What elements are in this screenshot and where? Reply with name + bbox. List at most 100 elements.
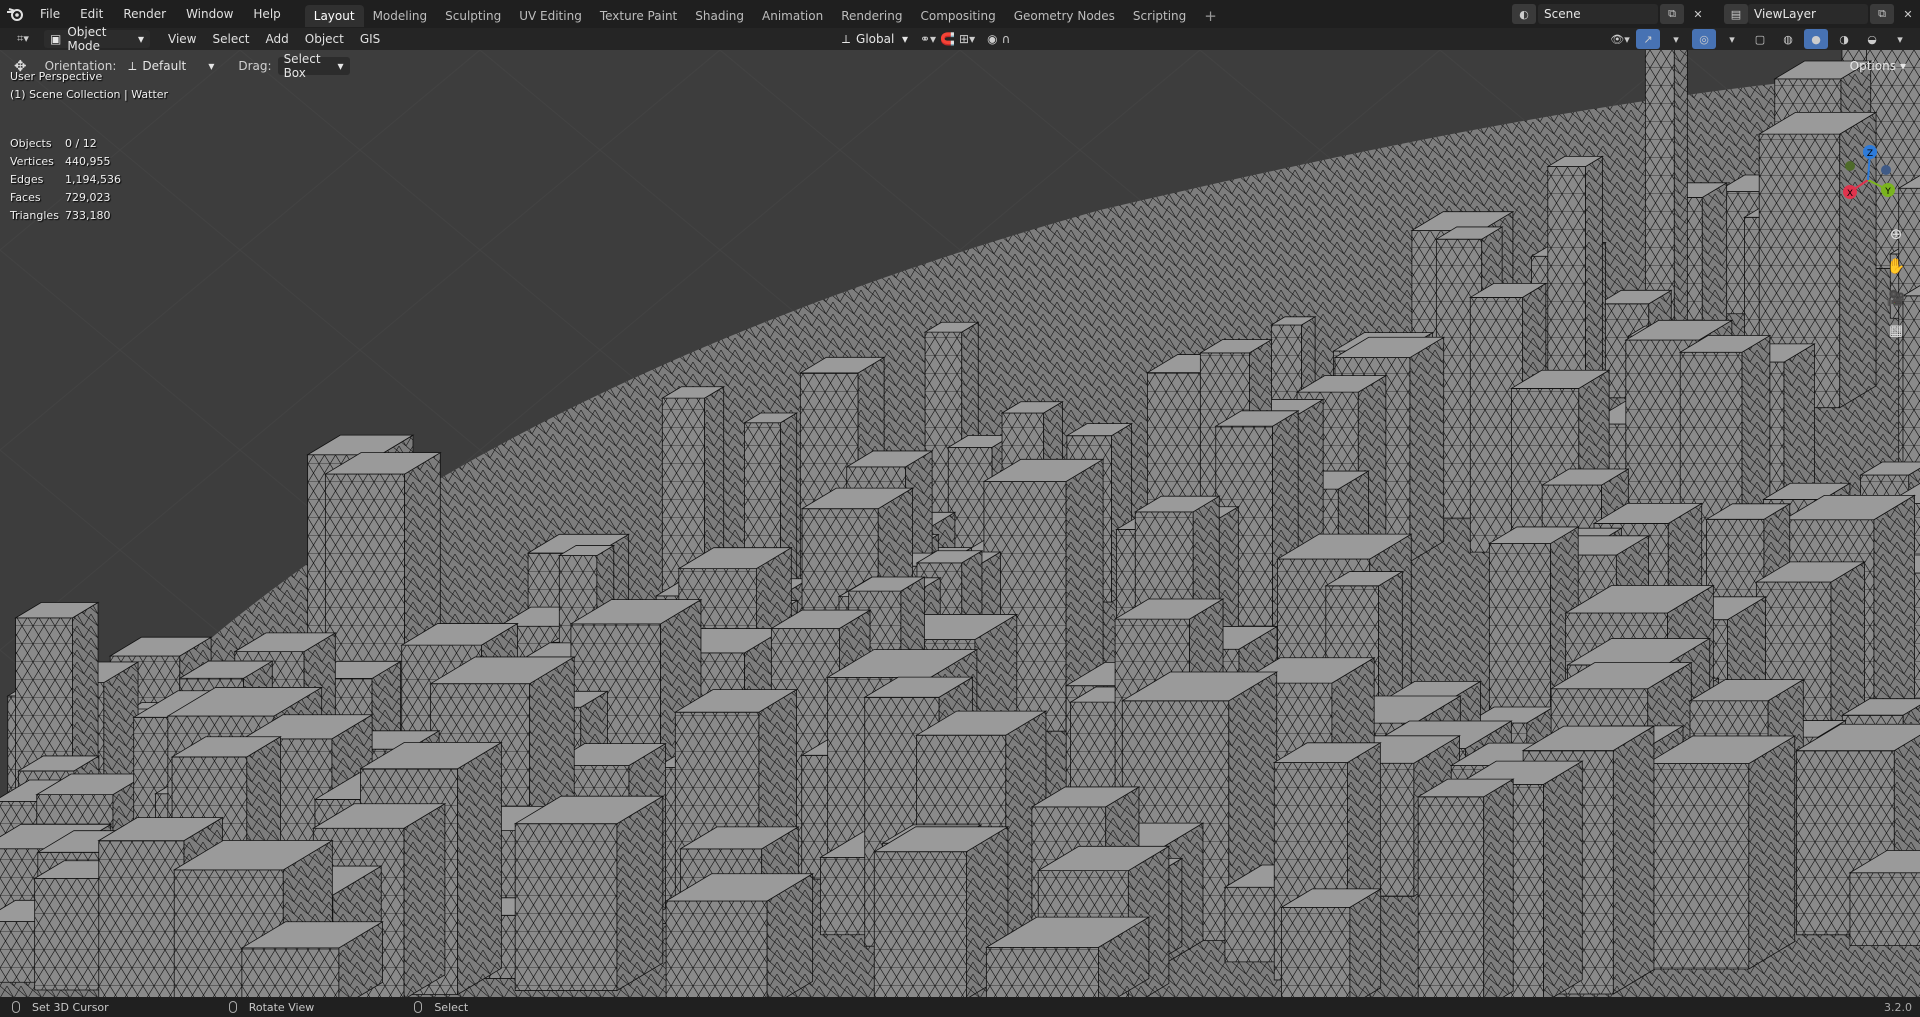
pivot-icon[interactable]: ⚭▾ [920, 32, 936, 46]
workspace-tabs: Layout Modeling Sculpting UV Editing Tex… [304, 2, 1226, 27]
stat-key: Triangles [10, 208, 59, 222]
viewlayer-name: ViewLayer [1754, 7, 1816, 21]
overlays-dropdown-icon[interactable]: ▾ [1720, 29, 1744, 49]
tab-geometry-nodes[interactable]: Geometry Nodes [1005, 5, 1124, 27]
tab-shading[interactable]: Shading [686, 5, 753, 27]
status-hint-label: Set 3D Cursor [32, 1000, 109, 1014]
building-face [1849, 872, 1920, 947]
scene-browse-icon[interactable]: ◐ [1512, 4, 1536, 24]
building-side [1673, 50, 1688, 346]
blender-logo-icon[interactable] [0, 0, 30, 28]
falloff-icon[interactable]: ∩ [1002, 32, 1011, 46]
viewport-menus: View Select Add Object GIS [160, 32, 388, 46]
neg-y-handle[interactable] [1845, 161, 1855, 171]
top-bar: File Edit Render Window Help Layout Mode… [0, 0, 1920, 28]
menu-add[interactable]: Add [258, 32, 297, 46]
snap-target-icon[interactable]: ⊞▾ [959, 32, 975, 46]
neg-z-handle[interactable] [1881, 165, 1891, 175]
3d-viewport[interactable]: User Perspective (1) Scene Collection | … [0, 50, 1920, 997]
menu-gis[interactable]: GIS [352, 32, 388, 46]
mode-dropdown[interactable]: ▣ Object Mode ▾ [44, 25, 150, 53]
snap-icon[interactable]: 🧲 [940, 32, 955, 46]
menu-object[interactable]: Object [297, 32, 352, 46]
tab-texture-paint[interactable]: Texture Paint [591, 5, 686, 27]
stat-value: 440,955 [65, 154, 111, 168]
menu-help[interactable]: Help [243, 0, 290, 28]
orientation-icon: ⟂ [842, 31, 851, 46]
menu-edit[interactable]: Edit [70, 0, 113, 28]
stat-key: Objects [10, 136, 52, 150]
menu-window[interactable]: Window [176, 0, 243, 28]
transform-orientation-label: Global [856, 32, 895, 46]
stat-row: Vertices 440,955 [10, 152, 121, 170]
tab-uv-editing[interactable]: UV Editing [510, 5, 591, 27]
chevron-down-icon: ▾ [1899, 59, 1906, 73]
material-shading-icon[interactable]: ◑ [1832, 29, 1856, 49]
navigation-gizmo[interactable]: X Y Z [1828, 140, 1908, 220]
menu-select[interactable]: Select [204, 32, 257, 46]
orientation-label: Orientation: [44, 59, 117, 73]
building-face [241, 947, 340, 997]
options-dropdown[interactable]: Options ▾ [1844, 57, 1912, 75]
scene-name: Scene [1544, 7, 1581, 21]
tab-compositing[interactable]: Compositing [911, 5, 1004, 27]
pan-hand-icon[interactable]: ✋ [1884, 254, 1908, 278]
perspective-grid-icon[interactable]: ▦ [1884, 318, 1908, 342]
building-side [1748, 735, 1796, 970]
proportional-edit-icon[interactable]: ◉ [987, 32, 997, 46]
menu-file[interactable]: File [30, 0, 70, 28]
overlays-toggle-icon[interactable]: ◎ [1692, 29, 1716, 49]
visibility-icon[interactable]: 👁▾ [1608, 29, 1632, 49]
status-hint-cursor: Set 3D Cursor [12, 1001, 109, 1014]
wireframe-shading-icon[interactable]: ◍ [1776, 29, 1800, 49]
menu-view[interactable]: View [160, 32, 204, 46]
stat-row: Edges 1,194,536 [10, 170, 121, 188]
shading-dropdown-icon[interactable]: ▾ [1888, 29, 1912, 49]
tab-rendering[interactable]: Rendering [832, 5, 911, 27]
building-face [1281, 906, 1351, 997]
menu-render[interactable]: Render [113, 0, 176, 28]
remove-viewlayer-icon[interactable]: ✕ [1896, 4, 1920, 24]
rendered-shading-icon[interactable]: ◒ [1860, 29, 1884, 49]
chevron-down-icon: ▾ [137, 32, 144, 46]
gizmo-toggle-icon[interactable]: ↗ [1636, 29, 1660, 49]
mouse-middle-icon [228, 1001, 237, 1013]
stat-row: Triangles 733,180 [10, 206, 121, 224]
city-mesh-render [0, 50, 1920, 997]
move-tool-icon[interactable]: ✥ [14, 57, 27, 75]
add-workspace-icon[interactable]: + [1195, 5, 1226, 27]
drag-value: Select Box [283, 52, 321, 80]
drag-dropdown[interactable]: Select Box ▾ [277, 52, 350, 80]
editor-type-icon[interactable]: ⌗▾ [8, 29, 38, 49]
xray-icon[interactable]: ▢ [1748, 29, 1772, 49]
status-bar: Set 3D Cursor Rotate View Select 3.2.0 [0, 997, 1920, 1017]
building-side [1409, 336, 1445, 563]
status-hint-select: Select [414, 1001, 468, 1014]
transform-orientation-dropdown[interactable]: ⟂ Global ▾ [836, 30, 914, 48]
stat-value: 1,194,536 [65, 172, 121, 186]
y-axis-label: Y [1884, 187, 1891, 197]
scene-statistics: Objects 0 / 12 Vertices 440,955 Edges 1,194… [10, 134, 121, 224]
zoom-icon[interactable]: ⊕ [1884, 222, 1908, 246]
drag-label: Drag: [238, 59, 272, 73]
remove-scene-icon[interactable]: ✕ [1686, 4, 1710, 24]
tab-scripting[interactable]: Scripting [1124, 5, 1195, 27]
gizmo-dropdown-icon[interactable]: ▾ [1664, 29, 1688, 49]
building-face [98, 840, 185, 997]
solid-shading-icon[interactable]: ● [1804, 29, 1828, 49]
building-face [1646, 763, 1750, 970]
building-side [1612, 725, 1655, 995]
orientation-dropdown[interactable]: ⟂ Default ▾ [122, 57, 220, 75]
tab-layout[interactable]: Layout [304, 4, 364, 27]
new-viewlayer-icon[interactable]: ⧉ [1870, 4, 1894, 24]
viewlayer-name-field[interactable]: ViewLayer [1748, 4, 1868, 24]
scene-name-field[interactable]: Scene [1538, 4, 1658, 24]
building-face [514, 823, 618, 991]
tab-animation[interactable]: Animation [753, 5, 832, 27]
new-scene-icon[interactable]: ⧉ [1660, 4, 1684, 24]
tab-sculpting[interactable]: Sculpting [436, 5, 510, 27]
viewlayer-browse-icon[interactable]: ▤ [1724, 4, 1748, 24]
building-face [873, 851, 967, 997]
camera-icon[interactable]: 🎥 [1884, 286, 1908, 310]
tab-modeling[interactable]: Modeling [364, 5, 437, 27]
